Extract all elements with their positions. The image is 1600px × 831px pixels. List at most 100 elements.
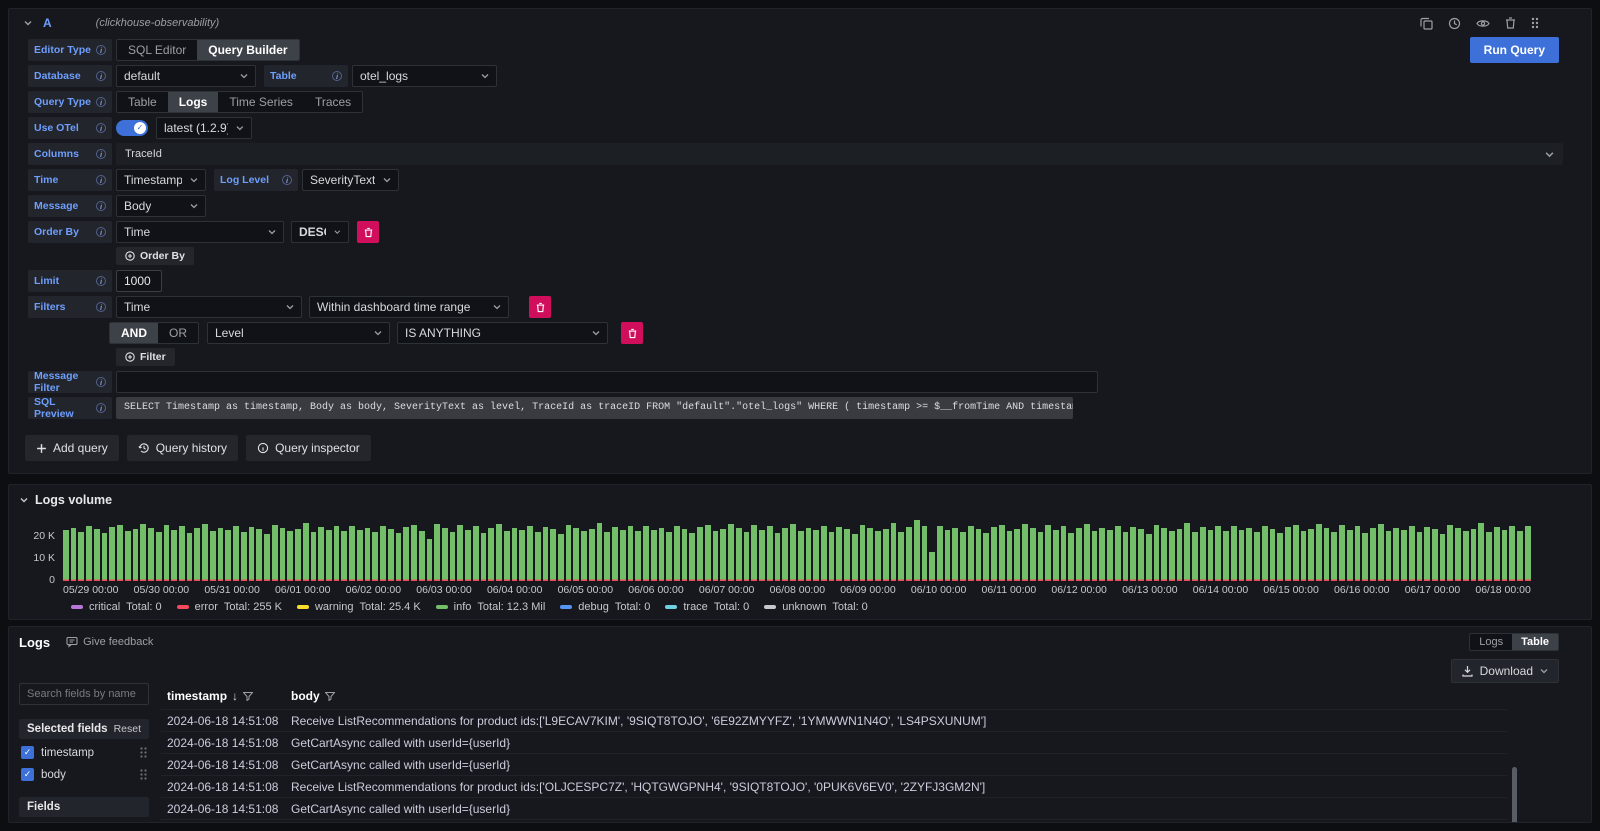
volume-bar — [434, 524, 440, 581]
checkbox-checked[interactable]: ✓ — [21, 768, 34, 781]
info-icon[interactable]: i — [96, 97, 106, 107]
filter2-field-select[interactable]: Level — [207, 322, 390, 344]
info-icon[interactable]: i — [96, 71, 106, 81]
order-by-column-select[interactable]: Time — [116, 221, 284, 243]
add-order-by-button[interactable]: Order By — [116, 247, 194, 265]
legend-item-warning[interactable]: warningTotal: 25.4 K — [297, 601, 421, 613]
collapse-panel-icon[interactable] — [19, 495, 29, 505]
body-column-header[interactable]: body — [285, 689, 1507, 703]
info-icon[interactable]: i — [96, 227, 106, 237]
database-select[interactable]: default — [116, 65, 256, 87]
option-logs[interactable]: Logs — [1470, 634, 1512, 650]
timestamp-column-header[interactable]: timestamp ↓ — [161, 689, 285, 703]
table-row[interactable]: 2024-06-18 14:51:08GetCartAsync called w… — [161, 819, 1507, 823]
history-icon[interactable] — [1448, 17, 1461, 30]
table-row[interactable]: 2024-06-18 14:51:08Receive ListRecommend… — [161, 709, 1507, 731]
option-query-builder[interactable]: Query Builder — [197, 40, 298, 60]
option-logs[interactable]: Logs — [168, 92, 219, 112]
legend-label: unknown — [782, 601, 826, 613]
limit-input[interactable]: 1000 — [116, 270, 162, 292]
remove-order-by-button[interactable] — [357, 221, 379, 243]
give-feedback-link[interactable]: Give feedback — [66, 636, 153, 648]
x-tick: 05/30 00:00 — [134, 584, 189, 596]
sort-desc-icon[interactable]: ↓ — [232, 689, 238, 703]
volume-bar — [171, 530, 177, 581]
info-icon[interactable]: i — [96, 175, 106, 185]
option-table[interactable]: Table — [1512, 634, 1558, 650]
drag-handle[interactable] — [140, 747, 147, 758]
table-row[interactable]: 2024-06-18 14:51:08GetCartAsync called w… — [161, 753, 1507, 775]
option-table[interactable]: Table — [117, 92, 168, 112]
message-filter-input[interactable] — [116, 371, 1098, 393]
download-button[interactable]: Download — [1451, 659, 1559, 683]
use-otel-toggle[interactable]: ✓ — [116, 120, 148, 136]
legend-label: info — [454, 601, 472, 613]
info-icon[interactable]: i — [96, 45, 106, 55]
drag-handle[interactable] — [140, 769, 147, 780]
collapse-row-icon[interactable] — [23, 18, 33, 28]
option-or[interactable]: OR — [158, 323, 198, 343]
columns-multiselect[interactable]: TraceId — [116, 143, 1563, 165]
log-level-column-select[interactable]: SeverityText — [302, 169, 399, 191]
table-select[interactable]: otel_logs — [352, 65, 497, 87]
editor-type-switch[interactable]: SQL EditorQuery Builder — [116, 39, 300, 61]
trash-icon[interactable] — [1505, 17, 1516, 29]
table-row[interactable]: 2024-06-18 14:51:08GetCartAsync called w… — [161, 731, 1507, 753]
logs-volume-chart[interactable]: 0 10 K 20 K — [63, 519, 1531, 581]
eye-icon[interactable] — [1476, 18, 1490, 29]
y-tick: 10 K — [21, 552, 55, 564]
query-inspector-button[interactable]: Query inspector — [246, 435, 371, 461]
run-query-button[interactable]: Run Query — [1470, 37, 1559, 63]
info-icon[interactable]: i — [96, 149, 106, 159]
info-icon[interactable]: i — [282, 175, 292, 185]
info-icon[interactable]: i — [96, 201, 106, 211]
volume-bar — [535, 532, 541, 581]
time-column-select[interactable]: Timestamp — [116, 169, 206, 191]
checkbox-checked[interactable]: ✓ — [21, 746, 34, 759]
add-filter-button[interactable]: Filter — [116, 348, 175, 366]
message-column-select[interactable]: Body — [116, 195, 206, 217]
panel-title[interactable]: Logs volume — [35, 493, 112, 507]
table-row[interactable]: 2024-06-18 14:51:08GetCartAsync called w… — [161, 797, 1507, 819]
search-fields-input[interactable] — [19, 683, 149, 705]
legend-item-trace[interactable]: traceTotal: 0 — [665, 601, 749, 613]
drag-handle[interactable] — [1531, 17, 1539, 29]
legend-item-info[interactable]: infoTotal: 12.3 Mil — [436, 601, 546, 613]
filter-operator-select[interactable]: Within dashboard time range — [309, 296, 509, 318]
volume-bar — [1076, 528, 1082, 581]
filter2-operator-select[interactable]: IS ANYTHING — [397, 322, 608, 344]
legend-item-error[interactable]: errorTotal: 255 K — [177, 601, 282, 613]
remove-filter-button[interactable] — [529, 296, 551, 318]
add-query-button[interactable]: Add query — [25, 435, 119, 461]
panel-title[interactable]: Logs — [19, 635, 50, 650]
duplicate-icon[interactable] — [1420, 17, 1433, 30]
info-icon[interactable]: i — [96, 302, 106, 312]
filter-field-select[interactable]: Time — [116, 296, 302, 318]
query-history-button[interactable]: Query history — [127, 435, 238, 461]
legend-item-debug[interactable]: debugTotal: 0 — [560, 601, 650, 613]
volume-bar — [1301, 531, 1307, 581]
query-type-switch[interactable]: TableLogsTime SeriesTraces — [116, 91, 363, 113]
otel-version-select[interactable]: latest (1.2.9) — [156, 117, 252, 139]
volume-bar — [666, 532, 672, 582]
legend-item-critical[interactable]: criticalTotal: 0 — [71, 601, 162, 613]
info-icon[interactable]: i — [332, 71, 342, 81]
option-sql-editor[interactable]: SQL Editor — [117, 40, 197, 60]
logs-table-toggle[interactable]: LogsTable — [1469, 633, 1559, 651]
order-direction-select[interactable]: DESC — [291, 221, 349, 243]
option-time-series[interactable]: Time Series — [218, 92, 304, 112]
option-traces[interactable]: Traces — [304, 92, 362, 112]
info-icon[interactable]: i — [96, 123, 106, 133]
query-row-letter[interactable]: A — [43, 16, 52, 30]
legend-item-unknown[interactable]: unknownTotal: 0 — [764, 601, 868, 613]
table-scrollbar[interactable] — [1512, 767, 1517, 823]
filter-bool-switch[interactable]: ANDOR — [109, 322, 199, 344]
volume-bar — [1417, 532, 1423, 581]
option-and[interactable]: AND — [110, 323, 158, 343]
info-icon[interactable]: i — [96, 403, 106, 413]
remove-filter2-button[interactable] — [621, 322, 643, 344]
info-icon[interactable]: i — [96, 377, 106, 387]
table-row[interactable]: 2024-06-18 14:51:08Receive ListRecommend… — [161, 775, 1507, 797]
info-icon[interactable]: i — [96, 276, 106, 286]
reset-button[interactable]: Reset — [114, 723, 141, 735]
